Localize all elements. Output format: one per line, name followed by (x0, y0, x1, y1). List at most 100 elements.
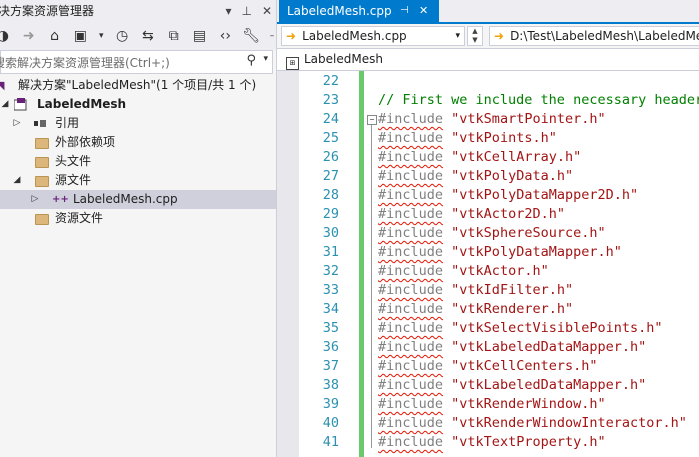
expanded-arrow-icon[interactable]: ◢ (0, 95, 10, 114)
member-dropdown[interactable]: ➜ D:\Test\LabeledMesh\LabeledMesh (489, 26, 699, 46)
code-line[interactable]: 28 #include "vtkPolyDataMapper2D.h" (277, 186, 699, 205)
string-literal: "vtkActor.h" (451, 263, 549, 279)
code-line[interactable]: 38 #include "vtkLabeledDataMapper.h" (277, 376, 699, 395)
tree-item-project[interactable]: ◢ LabeledMesh (0, 95, 276, 114)
code-line[interactable]: 41 #include "vtkTextProperty.h" (277, 433, 699, 452)
line-number: 40 (322, 415, 339, 431)
dropdown-icon[interactable]: ▾ (225, 0, 231, 22)
code-line[interactable]: 31 #include "vtkPolyDataMapper.h" (277, 243, 699, 262)
expanded-arrow-icon[interactable]: ◢ (12, 171, 22, 190)
collapse-region-icon[interactable]: − (367, 115, 377, 125)
breadcrumb-label: LabeledMesh (304, 52, 383, 66)
chevron-down-icon[interactable]: ▾ (455, 27, 460, 45)
switch-views-icon[interactable]: ▣ (71, 27, 89, 45)
tree-item-resource-files[interactable]: 资源文件 (0, 209, 276, 228)
line-number: 36 (322, 339, 339, 355)
tree-item-header-files[interactable]: 头文件 (0, 152, 276, 171)
code-line[interactable]: 36 #include "vtkLabeledDataMapper.h" (277, 338, 699, 357)
tree-item-label: 外部依赖项 (55, 135, 116, 149)
code-line[interactable]: 25 #include "vtkPoints.h" (277, 129, 699, 148)
string-literal: "vtkTextProperty.h" (451, 434, 606, 450)
string-literal: "vtkRenderWindowInteractor.h" (451, 415, 687, 431)
line-number: 38 (322, 377, 339, 393)
folder-icon (35, 176, 49, 187)
tree-item-label: 资源文件 (55, 211, 104, 225)
code-line[interactable]: 34 #include "vtkRenderer.h" (277, 300, 699, 319)
collapsed-arrow-icon[interactable]: ▷ (30, 190, 40, 209)
code-editor[interactable]: 22 23 // First we include the necessary he… (277, 71, 699, 457)
string-literal: "vtkPolyDataMapper.h" (451, 244, 622, 260)
line-number: 35 (322, 320, 339, 336)
line-number: 41 (322, 434, 339, 450)
breadcrumb[interactable]: ⊞ LabeledMesh (277, 49, 699, 71)
sync-icon[interactable]: ⇆ (139, 27, 157, 45)
code-view-icon[interactable]: ‹› (216, 27, 234, 45)
tree-item-label: 引用 (55, 116, 80, 130)
string-literal: "vtkIdFilter.h" (451, 282, 574, 298)
tree-item-external-dependencies[interactable]: 外部依赖项 (0, 133, 276, 152)
code-line[interactable]: 32 #include "vtkActor.h" (277, 262, 699, 281)
editor-panel: LabeledMesh.cpp ⊣ ✕ ➜ LabeledMesh.cpp ▾ ▲… (277, 0, 699, 457)
code-text: #include "vtkSphereSource.h" (378, 224, 606, 243)
code-line[interactable]: 40 #include "vtkRenderWindowInteractor.h" (277, 414, 699, 433)
close-tab-icon[interactable]: ✕ (419, 0, 428, 22)
code-line[interactable]: 27 #include "vtkPolyData.h" (277, 167, 699, 186)
tree-item-cpp-file[interactable]: ▷ ++ LabeledMesh.cpp (0, 190, 276, 209)
tree-item-references[interactable]: ▷ 引用 (0, 114, 276, 133)
code-line[interactable]: 39 #include "vtkRenderWindow.h" (277, 395, 699, 414)
line-number: 22 (322, 73, 339, 89)
pin-tab-icon[interactable]: ⊣ (400, 0, 409, 22)
close-icon[interactable]: ✕ (262, 0, 272, 22)
preprocessor-directive: #include (378, 263, 444, 279)
string-literal: "vtkLabeledDataMapper.h" (451, 339, 647, 355)
collapsed-arrow-icon[interactable]: ▷ (12, 114, 22, 133)
search-icon[interactable]: ⚲ (246, 53, 256, 68)
preprocessor-directive: #include (378, 415, 444, 431)
collapse-all-icon[interactable]: ⧉ (165, 27, 183, 45)
code-text: #include "vtkLabeledDataMapper.h" (378, 338, 646, 357)
code-line[interactable]: 26 #include "vtkCellArray.h" (277, 148, 699, 167)
search-options-icon[interactable]: ▾ (263, 54, 268, 64)
code-text: #include "vtkRenderWindow.h" (378, 395, 606, 414)
code-text: #include "vtkPolyDataMapper.h" (378, 243, 622, 262)
line-number: 23 (322, 92, 339, 108)
code-text: #include "vtkPolyData.h" (378, 167, 573, 186)
arrow-right-icon: ➜ (494, 29, 505, 43)
solution-search-box[interactable]: 搜索解决方案资源管理器(Ctrl+;) ⚲ ▾ (0, 50, 273, 74)
tree-item-solution[interactable]: ◥ 解决方案"LabeledMesh"(1 个项目/共 1 个) (0, 76, 276, 95)
wrench-icon[interactable]: 🔧︎ (242, 27, 260, 45)
code-line[interactable]: 22 (277, 72, 699, 91)
back-icon[interactable]: ◑ (0, 27, 12, 45)
preprocessor-directive: #include (378, 301, 444, 317)
code-text: // First we include the necessary header (378, 91, 699, 110)
line-number: 29 (322, 206, 339, 222)
split-spinner[interactable]: ▲ ▼ (467, 26, 483, 46)
tree-item-label: 源文件 (55, 173, 92, 187)
code-line[interactable]: 24 #include "vtkSmartPointer.h" − (277, 110, 699, 129)
line-number: 39 (322, 396, 339, 412)
history-icon[interactable]: ◷ (113, 27, 131, 45)
toolbar-more-icon[interactable]: – (268, 27, 276, 45)
home-icon[interactable]: ⌂ (46, 27, 64, 45)
tree-item-label: 解决方案"LabeledMesh"(1 个项目/共 1 个) (18, 78, 257, 92)
code-line[interactable]: 33 #include "vtkIdFilter.h" (277, 281, 699, 300)
chevron-down-icon[interactable]: ▾ (97, 27, 105, 45)
code-line[interactable]: 35 #include "vtkSelectVisiblePoints.h" (277, 319, 699, 338)
string-literal: "vtkRenderer.h" (451, 301, 574, 317)
code-line[interactable]: 37 #include "vtkCellCenters.h" (277, 357, 699, 376)
code-line[interactable]: 23 // First we include the necessary head… (277, 91, 699, 110)
code-line[interactable]: 30 #include "vtkSphereSource.h" (277, 224, 699, 243)
search-input[interactable]: 搜索解决方案资源管理器(Ctrl+;) (0, 54, 170, 71)
document-tab-bar: LabeledMesh.cpp ⊣ ✕ (277, 0, 699, 24)
tab-labeledmesh-cpp[interactable]: LabeledMesh.cpp ⊣ ✕ (279, 0, 439, 22)
pin-icon[interactable]: ⊥ (241, 0, 251, 22)
preprocessor-directive: #include (378, 130, 444, 146)
preprocessor-directive: #include (378, 434, 444, 450)
tree-item-source-files[interactable]: ◢ 源文件 (0, 171, 276, 190)
forward-icon[interactable]: ➜ (20, 27, 38, 45)
solution-explorer-panel: 决方案资源管理器 ▾ ⊥ ✕ ◑ ➜ ⌂ ▣ ▾ ◷ ⇆ ⧉ ▤ ‹› 🔧︎ –… (0, 0, 277, 457)
code-text: #include "vtkActor.h" (378, 262, 549, 281)
file-scope-dropdown[interactable]: ➜ LabeledMesh.cpp ▾ (281, 26, 465, 46)
show-all-files-icon[interactable]: ▤ (191, 27, 209, 45)
code-line[interactable]: 29 #include "vtkActor2D.h" (277, 205, 699, 224)
